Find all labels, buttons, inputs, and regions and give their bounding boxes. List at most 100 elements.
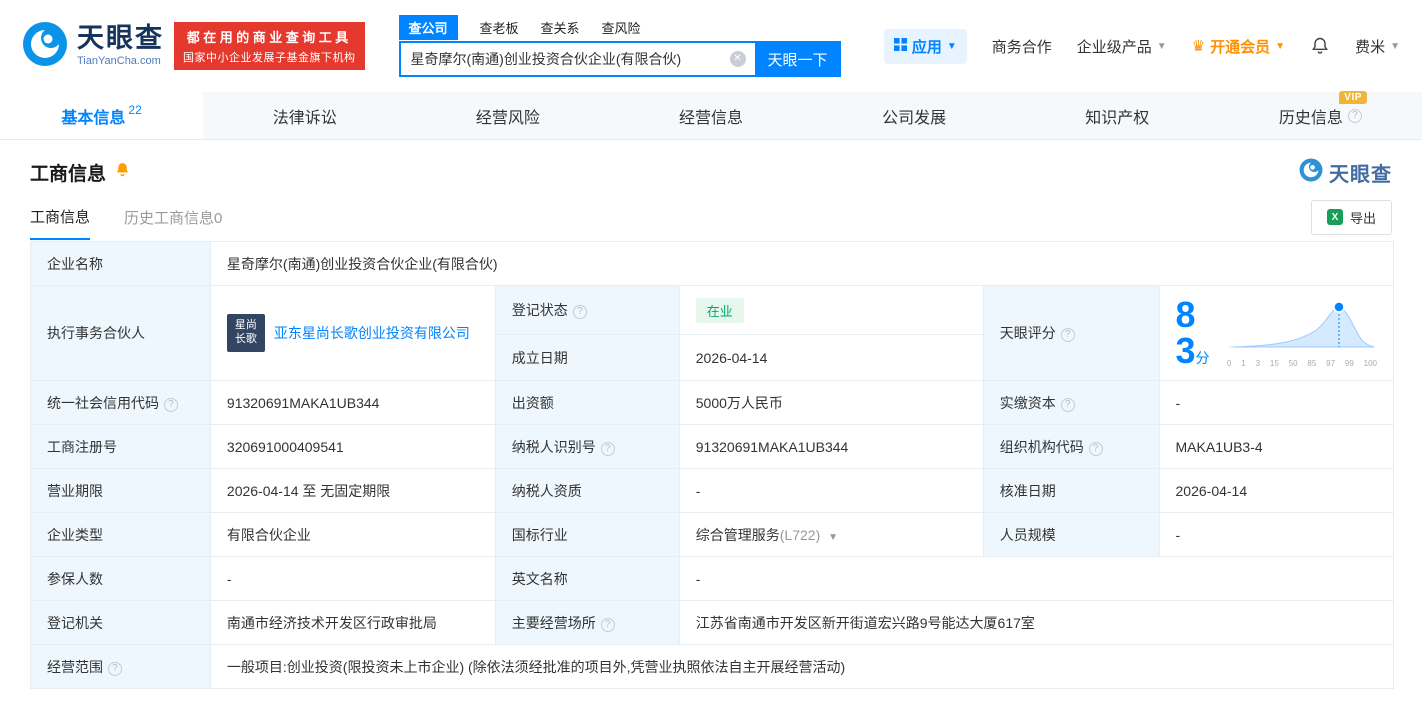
score-number: 83 [1175,294,1196,371]
help-icon[interactable]: ? [1347,108,1362,123]
help-icon[interactable]: ? [108,661,122,676]
subtab-label: 历史工商信息 [124,209,215,227]
score-tick: 99 [1344,358,1354,368]
help-icon[interactable]: ? [1088,441,1103,456]
help-icon[interactable]: ? [164,397,178,412]
clear-search-icon[interactable]: ✕ [729,51,746,67]
membership-label: 开通会员 [1210,38,1271,56]
chevron-down-icon: ▼ [946,40,957,52]
reg-authority-label: 登记机关 [30,600,211,645]
subtab-history-business-info[interactable]: 历史工商信息0 [124,196,222,239]
apps-label: 应用 [911,38,942,56]
section-header: 工商信息 天眼查 [0,140,1422,195]
industry-code: (L722) [779,526,821,543]
approval-date-label: 核准日期 [982,468,1160,513]
tab-label: 历史信息 [1278,109,1343,127]
org-code-value: MAKA1UB3-4 [1158,424,1395,469]
watermark-text: 天眼查 [1329,164,1392,186]
table-row: 企业名称 星奇摩尔(南通)创业投资合伙企业(有限合伙) [30,241,1395,286]
insured-count-value: - [209,556,496,601]
partner-company-link[interactable]: 亚东星尚长歌创业投资有限公司 [274,323,470,343]
user-menu[interactable]: 费米 ▼ [1355,36,1400,57]
tab-operating-info[interactable]: 经营信息 [609,92,812,139]
tab-history-info[interactable]: 历史信息 VIP ? [1219,90,1422,139]
reg-number-value: 320691000409541 [209,424,496,469]
company-type-label: 企业类型 [30,512,211,557]
tab-label: 经营风险 [475,109,540,127]
search-tab-relation[interactable]: 查关系 [541,18,580,37]
tab-count-badge: 22 [128,102,142,117]
subtab-business-info[interactable]: 工商信息 [30,195,91,240]
enterprise-label: 企业级产品 [1076,38,1152,56]
search-input[interactable] [398,41,755,77]
search-block: 查公司 查老板 查关系 查风险 ✕ 天眼一下 [398,14,841,77]
chevron-down-icon[interactable]: ▼ [828,532,838,543]
business-term-value: 2026-04-14 至 无固定期限 [209,468,496,513]
vip-badge: VIP [1339,90,1367,104]
tab-label: 法律诉讼 [272,109,337,127]
export-label: 导出 [1349,210,1376,226]
search-tab-risk[interactable]: 查风险 [602,18,641,37]
open-membership-link[interactable]: ♛ 开通会员 ▼ [1192,36,1285,57]
partner-logo-avatar[interactable]: 星尚 长歌 [226,314,265,352]
username: 费米 [1355,38,1386,56]
score-distribution-chart: 0 1 3 15 50 85 97 99 100 [1227,299,1377,368]
status-badge: 在业 [695,297,744,323]
score-tick: 0 [1227,358,1232,368]
managing-partner-value: 星尚 长歌 亚东星尚长歌创业投资有限公司 [209,285,496,381]
tyc-score-value[interactable]: 83分 0 1 3 15 50 85 97 99 100 [1158,285,1395,381]
taxpayer-id-label: 纳税人识别号? [494,424,680,469]
company-name-label: 企业名称 [30,241,211,286]
business-cooperation-link[interactable]: 商务合作 [992,36,1052,57]
slogan-badge: 都在用的商业查询工具 国家中小企业发展子基金旗下机构 [174,22,365,70]
tab-intellectual-property[interactable]: 知识产权 [1016,92,1219,139]
business-info-table: 企业名称 星奇摩尔(南通)创业投资合伙企业(有限合伙) 执行事务合伙人 星尚 长… [30,241,1395,689]
business-term-label: 营业期限 [30,468,211,513]
search-tabs: 查公司 查老板 查关系 查风险 [398,14,841,40]
business-scope-label: 经营范围? [30,644,211,689]
tab-label: 知识产权 [1085,109,1150,127]
notification-bell-button[interactable] [1310,36,1330,56]
help-icon[interactable]: ? [600,617,615,632]
slogan-line1: 都在用的商业查询工具 [186,30,352,45]
chevron-down-icon: ▼ [1275,40,1286,52]
score-tick: 97 [1326,358,1336,368]
registration-status-value: 在业 [678,284,984,336]
tab-legal-proceedings[interactable]: 法律诉讼 [203,92,406,139]
bell-icon [1312,37,1329,54]
help-icon[interactable]: ? [1060,328,1075,342]
industry-value: 综合管理服务(L722) ▼ [678,512,984,557]
help-icon[interactable]: ? [1060,397,1075,412]
credit-code-label: 统一社会信用代码? [30,380,211,425]
establish-date-value: 2026-04-14 [678,334,984,381]
company-type-value: 有限合伙企业 [209,512,496,557]
help-icon[interactable]: ? [572,305,587,320]
tyc-score-label: 天眼评分? [982,285,1160,381]
business-scope-value: 一般项目:创业投资(限投资未上市企业) (除依法须经批准的项目外,凭营业执照依法… [209,644,1395,689]
table-row: 执行事务合伙人 星尚 长歌 亚东星尚长歌创业投资有限公司 登记状态? 在业 天眼… [30,284,1395,381]
subtab-count: 0 [214,209,223,227]
tab-company-development[interactable]: 公司发展 [813,92,1016,139]
chevron-down-icon: ▼ [1390,40,1400,52]
subscribe-bell-icon[interactable] [114,161,131,184]
subtab-row: 工商信息 历史工商信息0 X 导出 [0,195,1422,240]
table-row: 营业期限 2026-04-14 至 无固定期限 纳税人资质 - 核准日期 202… [30,468,1395,513]
company-name-value: 星奇摩尔(南通)创业投资合伙企业(有限合伙) [209,241,1395,286]
tab-basic-info[interactable]: 基本信息 22 [0,92,204,139]
search-tab-company[interactable]: 查公司 [398,14,458,40]
apps-menu[interactable]: 应用 ▼ [883,28,967,64]
score-tick: 85 [1307,358,1317,368]
table-row: 工商注册号 320691000409541 纳税人识别号? 91320691MA… [30,424,1395,469]
tianyancha-logo[interactable]: 天眼查 TianYanCha.com [22,21,164,72]
export-button[interactable]: X 导出 [1310,199,1392,235]
enterprise-products-menu[interactable]: 企业级产品 ▼ [1077,36,1167,57]
taxpayer-quality-label: 纳税人资质 [494,468,680,513]
insured-count-label: 参保人数 [30,556,211,601]
tab-label: 经营信息 [678,109,743,127]
help-icon[interactable]: ? [600,441,615,456]
table-row: 参保人数 - 英文名称 - [30,556,1395,601]
search-tab-boss[interactable]: 查老板 [480,18,519,37]
tab-operating-risk[interactable]: 经营风险 [406,92,609,139]
search-button[interactable]: 天眼一下 [754,41,841,77]
header-menu: 应用 ▼ 商务合作 企业级产品 ▼ ♛ 开通会员 ▼ 费米 ▼ [883,28,1400,64]
